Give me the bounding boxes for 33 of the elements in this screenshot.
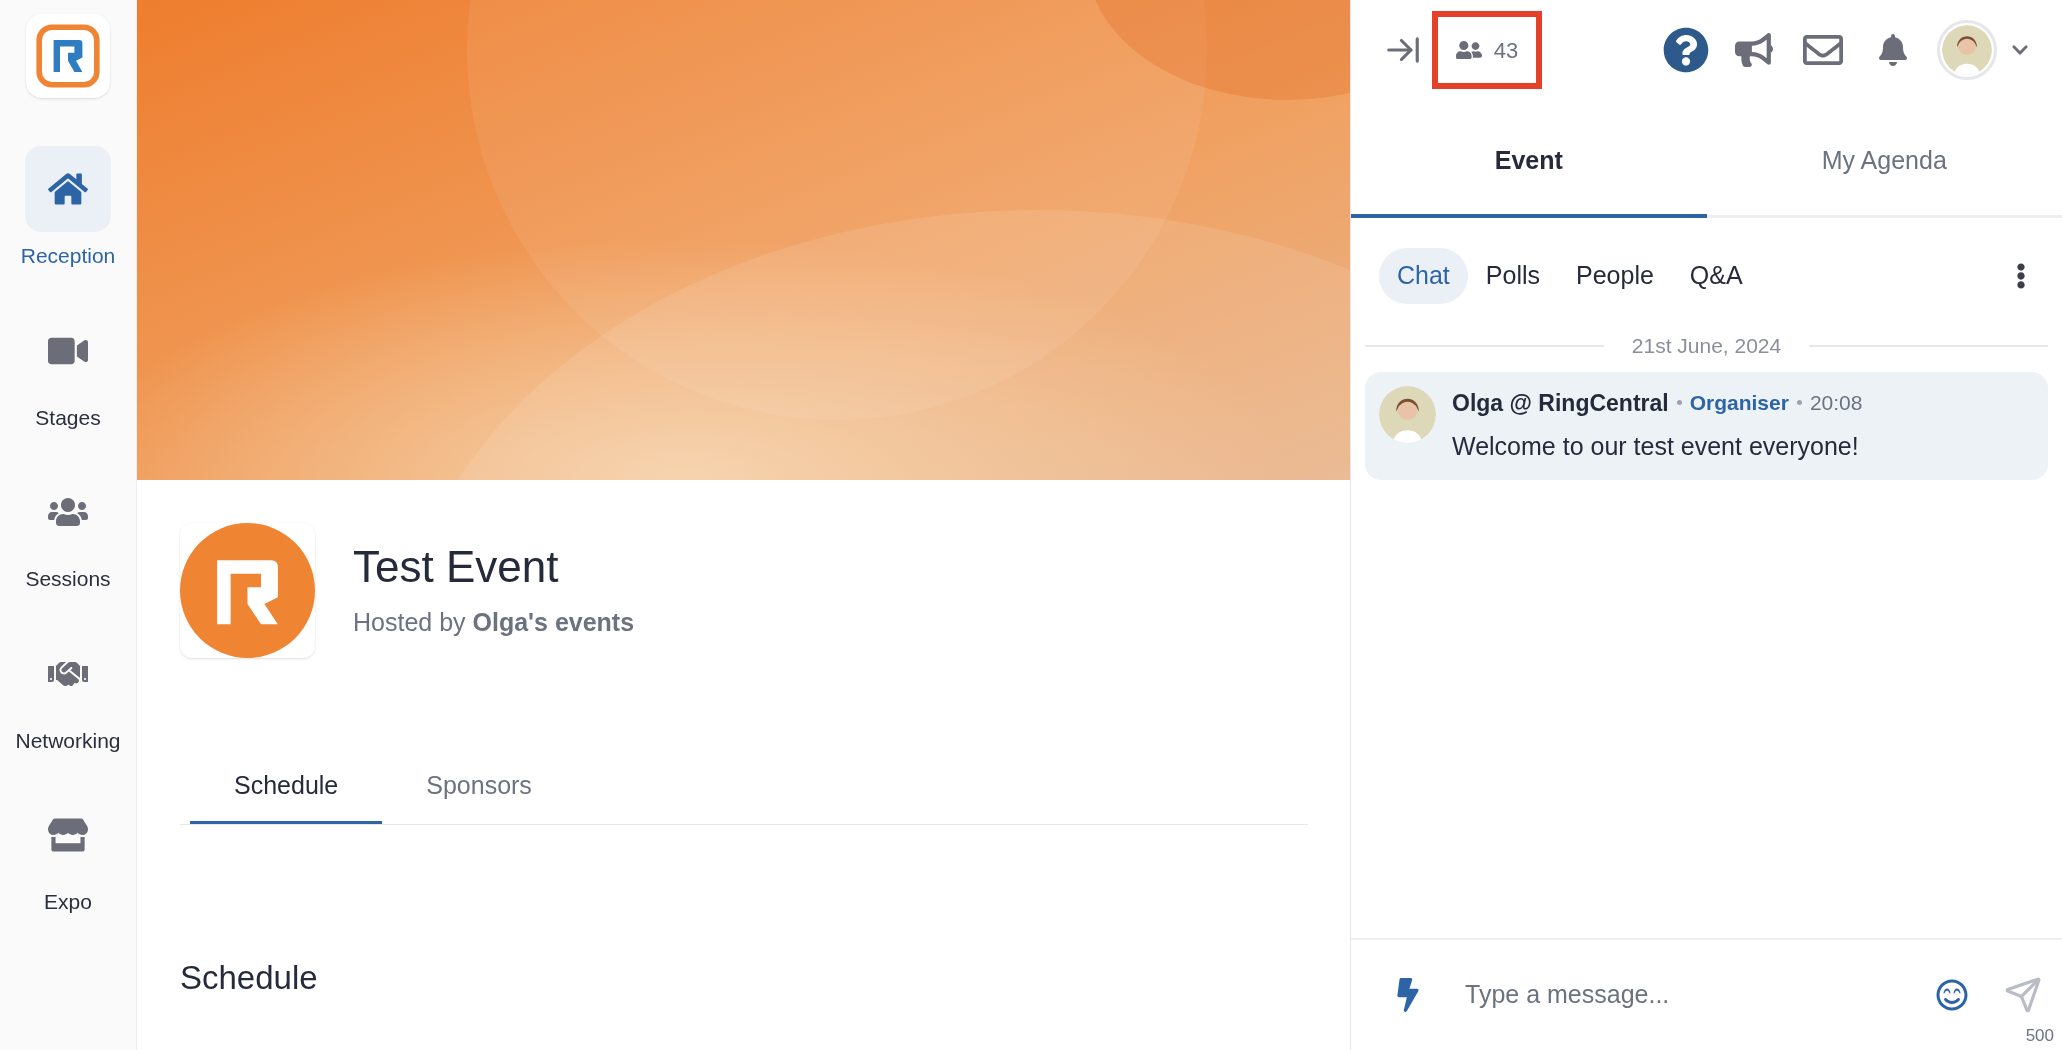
chat-tab[interactable]: Polls [1467,248,1558,304]
message-text: Welcome to our test event everyone! [1452,431,1860,462]
chat-tab[interactable]: Chat [1379,248,1468,304]
help-icon[interactable] [1663,27,1709,73]
bell-icon[interactable] [1877,34,1909,66]
message-input[interactable]: Type a message... [1465,976,1926,1014]
event-title: Test Event [353,541,560,594]
section-heading: Schedule [180,958,319,998]
attendee-count[interactable]: 43 [1432,11,1542,89]
host-text: Hosted by Olga's events [353,607,635,639]
avatar [1379,385,1436,443]
megaphone-icon[interactable] [1735,31,1773,69]
message-time: 20:08 [1809,390,1863,416]
avatar [1942,25,1992,75]
nav-item[interactable]: Networking [0,630,136,756]
panel-tab[interactable]: Event [1351,108,1707,218]
nav-item[interactable]: Expo [0,792,136,918]
nav-item[interactable]: Stages [0,307,136,433]
schedule-tab[interactable]: Schedule [190,750,383,824]
panel-tab[interactable]: My Agenda [1706,108,2062,218]
role-label: Organiser [1689,390,1789,416]
author-name: Olga @ RingCentral [1452,388,1669,418]
nav-item[interactable]: Sessions [0,469,136,595]
schedule-tab[interactable]: Sponsors [382,750,576,824]
store-icon [48,815,88,855]
chat-tab[interactable]: People [1558,248,1672,304]
logo-icon [36,24,100,88]
nav-item[interactable]: Reception [0,146,136,272]
character-count: 500 [2025,1024,2054,1047]
date-divider: 21st June, 2024 [1631,333,1782,359]
app-logo[interactable] [26,14,110,98]
chat-tab[interactable]: Q&A [1671,248,1761,304]
emoji-icon[interactable] [1936,979,1968,1011]
